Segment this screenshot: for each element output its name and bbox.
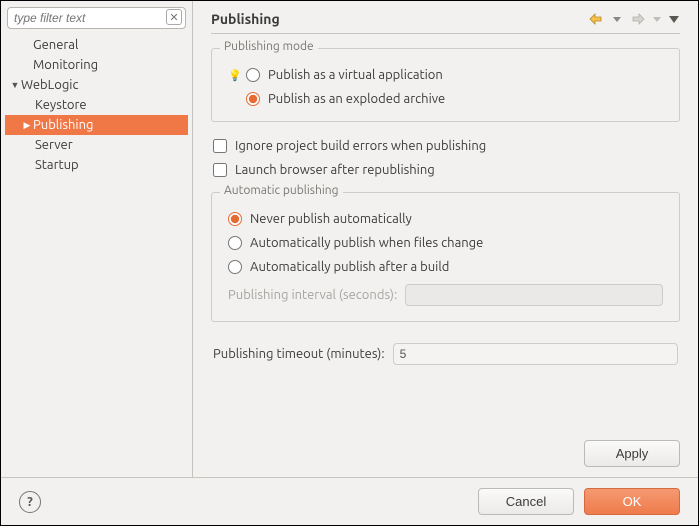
checkbox-label: Ignore project build errors when publish…: [235, 139, 486, 153]
page-title: Publishing: [211, 11, 280, 27]
tree-item-monitoring[interactable]: Monitoring: [5, 55, 188, 75]
interval-row: Publishing interval (seconds):: [226, 279, 665, 311]
filter-container: ✕: [7, 7, 186, 29]
lightbulb-icon: 💡: [228, 68, 238, 82]
tree-item-publishing[interactable]: ▶Publishing: [5, 115, 188, 135]
content-spacer: [211, 374, 680, 436]
clear-filter-icon[interactable]: ✕: [166, 9, 182, 25]
checkbox-label: Launch browser after republishing: [235, 163, 435, 177]
checkbox-launch-browser[interactable]: [213, 163, 227, 177]
radio-onchange[interactable]: [228, 236, 242, 250]
ok-button[interactable]: OK: [584, 488, 680, 515]
radio-never[interactable]: [228, 212, 242, 226]
main-area: ✕ General Monitoring ▼WebLogic Keystore …: [1, 1, 698, 477]
radio-never-row: Never publish automatically: [226, 207, 665, 231]
content-panel: Publishing Publishing mode 💡: [193, 1, 698, 477]
sidebar: ✕ General Monitoring ▼WebLogic Keystore …: [1, 1, 193, 477]
radio-label: Automatically publish after a build: [250, 260, 449, 274]
forward-icon[interactable]: [628, 12, 646, 26]
group-legend: Automatic publishing: [220, 184, 343, 197]
radio-label: Automatically publish when files change: [250, 236, 483, 250]
tree-label: General: [33, 35, 78, 55]
back-menu-icon[interactable]: [612, 14, 622, 24]
ignore-errors-row: Ignore project build errors when publish…: [211, 134, 680, 158]
tree-label: Publishing: [33, 115, 94, 135]
radio-exploded[interactable]: [246, 92, 260, 106]
nav-tree: General Monitoring ▼WebLogic Keystore ▶P…: [5, 35, 188, 175]
tree-label: WebLogic: [21, 75, 79, 95]
radio-onbuild[interactable]: [228, 260, 242, 274]
back-icon[interactable]: [588, 12, 606, 26]
collapse-icon: ▶: [21, 115, 33, 135]
checkbox-ignore-errors[interactable]: [213, 139, 227, 153]
radio-onchange-row: Automatically publish when files change: [226, 231, 665, 255]
tree-label: Monitoring: [33, 55, 98, 75]
tree-label: Startup: [35, 155, 79, 175]
launch-browser-row: Launch browser after republishing: [211, 158, 680, 182]
radio-label: Publish as an exploded archive: [268, 92, 445, 106]
view-menu-icon[interactable]: [668, 13, 680, 25]
preferences-dialog: ✕ General Monitoring ▼WebLogic Keystore …: [0, 0, 699, 526]
publishing-mode-group: Publishing mode 💡 Publish as a virtual a…: [211, 48, 680, 122]
radio-label: Never publish automatically: [250, 212, 412, 226]
interval-input: [405, 284, 663, 306]
tree-label: Keystore: [35, 95, 87, 115]
tree-item-startup[interactable]: Startup: [5, 155, 188, 175]
radio-virtual[interactable]: [246, 68, 260, 82]
group-legend: Publishing mode: [220, 40, 318, 53]
radio-onbuild-row: Automatically publish after a build: [226, 255, 665, 279]
expand-icon: ▼: [9, 75, 21, 95]
apply-button[interactable]: Apply: [584, 440, 680, 467]
apply-row: Apply: [211, 436, 680, 467]
tree-label: Server: [35, 135, 73, 155]
spacer-icon: [228, 92, 238, 106]
tree-item-keystore[interactable]: Keystore: [5, 95, 188, 115]
header-separator: [211, 33, 680, 34]
page-header: Publishing: [211, 11, 680, 27]
interval-label: Publishing interval (seconds):: [228, 288, 397, 302]
cancel-button[interactable]: Cancel: [478, 488, 574, 515]
filter-input[interactable]: [7, 7, 186, 29]
auto-publishing-group: Automatic publishing Never publish autom…: [211, 192, 680, 322]
forward-menu-icon[interactable]: [652, 14, 662, 24]
timeout-input[interactable]: [393, 343, 678, 365]
timeout-row: Publishing timeout (minutes):: [211, 338, 680, 370]
radio-label: Publish as a virtual application: [268, 68, 443, 82]
radio-virtual-row: 💡 Publish as a virtual application: [226, 63, 665, 87]
header-toolbar: [588, 12, 680, 26]
footer: ? Cancel OK: [1, 477, 698, 525]
tree-item-weblogic[interactable]: ▼WebLogic: [5, 75, 188, 95]
tree-item-server[interactable]: Server: [5, 135, 188, 155]
radio-exploded-row: Publish as an exploded archive: [226, 87, 665, 111]
help-icon[interactable]: ?: [19, 491, 41, 513]
timeout-label: Publishing timeout (minutes):: [213, 347, 385, 361]
tree-item-general[interactable]: General: [5, 35, 188, 55]
